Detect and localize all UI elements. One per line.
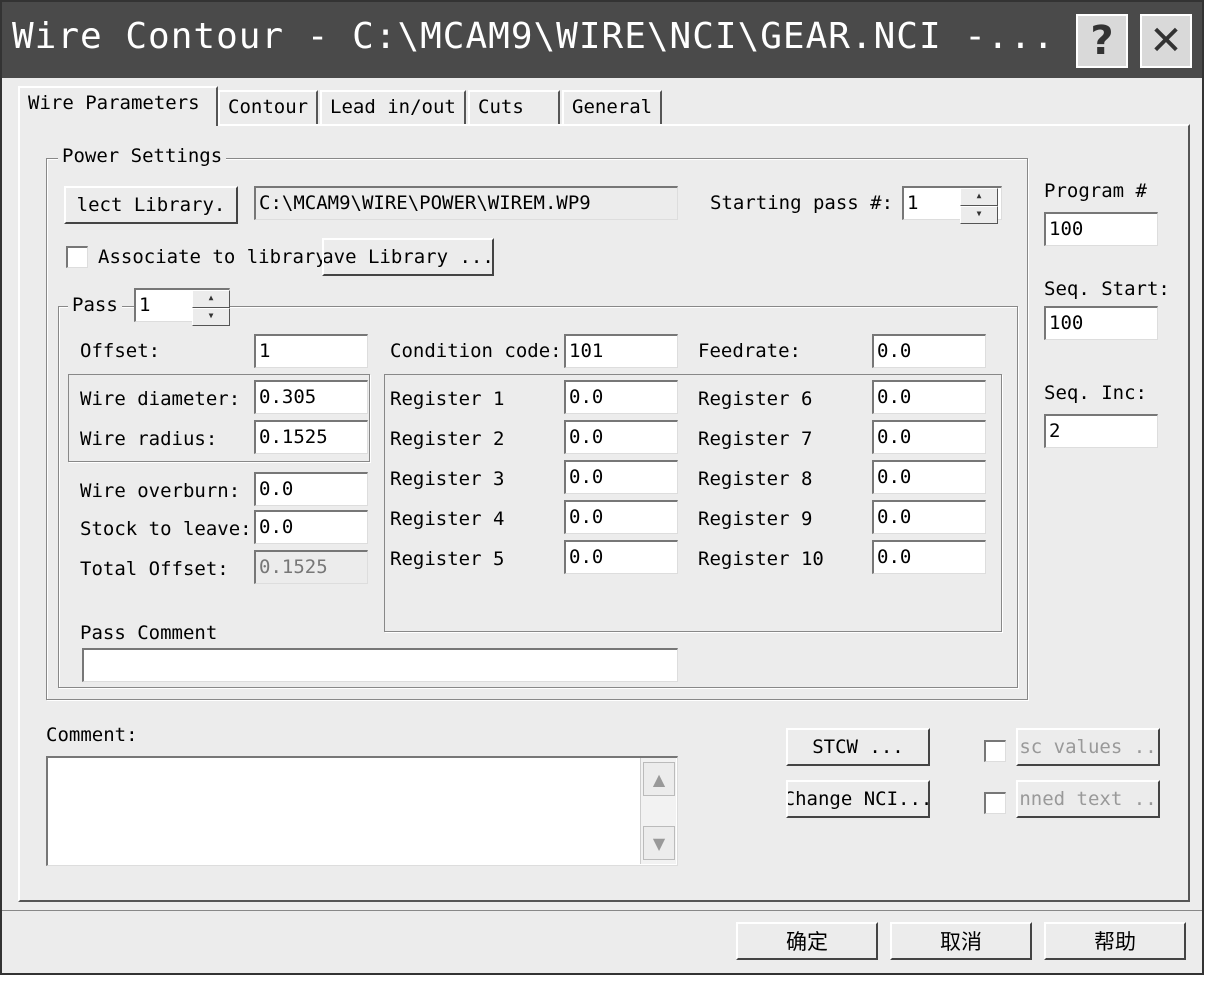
- register-3-input[interactable]: 0.0: [564, 460, 678, 494]
- associate-library-label: Associate to library: [98, 246, 324, 268]
- tab-wire-parameters[interactable]: Wire Parameters: [18, 86, 218, 126]
- register-3-label: Register 3: [390, 468, 505, 490]
- register-2-label: Register 2: [390, 428, 505, 450]
- register-9-input[interactable]: 0.0: [872, 500, 986, 534]
- total-offset-field: 0.1525: [254, 550, 368, 584]
- register-5-label: Register 5: [390, 548, 505, 570]
- starting-pass-label: Starting pass #:: [710, 192, 894, 214]
- tab-contour[interactable]: Contour: [218, 90, 318, 124]
- register-6-input[interactable]: 0.0: [872, 380, 986, 414]
- register-8-input[interactable]: 0.0: [872, 460, 986, 494]
- register-10-label: Register 10: [698, 548, 824, 570]
- register-5-input[interactable]: 0.0: [564, 540, 678, 574]
- associate-library-checkbox[interactable]: [66, 246, 88, 268]
- misc-values-checkbox[interactable]: [984, 740, 1006, 762]
- wire-diameter-input[interactable]: 0.305: [254, 380, 368, 414]
- footer-divider: [2, 910, 1202, 911]
- program-number-input[interactable]: 100: [1044, 212, 1158, 246]
- title-bar: Wire Contour - C:\MCAM9\WIRE\NCI\GEAR.NC…: [2, 2, 1202, 78]
- power-settings-title: Power Settings: [58, 145, 227, 167]
- stcw-button[interactable]: STCW ...: [786, 728, 930, 766]
- spin-down-icon[interactable]: ▼: [192, 308, 230, 326]
- stock-to-leave-label: Stock to leave:: [80, 518, 252, 540]
- starting-pass-stepper[interactable]: ▲ ▼: [960, 188, 998, 224]
- seq-start-label: Seq. Start:: [1044, 278, 1170, 300]
- register-6-label: Register 6: [698, 388, 813, 410]
- offset-input[interactable]: 1: [254, 334, 368, 368]
- feedrate-input[interactable]: 0.0: [872, 334, 986, 368]
- register-10-input[interactable]: 0.0: [872, 540, 986, 574]
- tab-lead-in-out[interactable]: Lead in/out: [320, 90, 466, 124]
- ok-button[interactable]: 确定: [736, 922, 878, 960]
- help-icon[interactable]: ?: [1076, 14, 1128, 68]
- wire-contour-dialog: Wire Contour - C:\MCAM9\WIRE\NCI\GEAR.NC…: [0, 0, 1204, 975]
- spin-up-icon[interactable]: ▲: [192, 290, 230, 308]
- spin-up-icon[interactable]: ▲: [960, 188, 998, 206]
- register-9-label: Register 9: [698, 508, 813, 530]
- program-number-label: Program #: [1044, 180, 1147, 202]
- pass-comment-label: Pass Comment: [80, 622, 218, 644]
- change-nci-button[interactable]: Change NCI...: [786, 780, 930, 818]
- register-7-input[interactable]: 0.0: [872, 420, 986, 454]
- pass-label: Pass: [68, 294, 122, 316]
- condition-code-label: Condition code:: [390, 340, 562, 362]
- spin-down-icon[interactable]: ▼: [960, 206, 998, 224]
- stock-to-leave-input[interactable]: 0.0: [254, 510, 368, 544]
- register-4-input[interactable]: 0.0: [564, 500, 678, 534]
- pass-stepper[interactable]: ▲ ▼: [192, 290, 230, 326]
- cancel-button[interactable]: 取消: [890, 922, 1032, 960]
- seq-start-input[interactable]: 100: [1044, 306, 1158, 340]
- window-title: Wire Contour - C:\MCAM9\WIRE\NCI\GEAR.NC…: [12, 16, 1055, 57]
- feedrate-label: Feedrate:: [698, 340, 801, 362]
- condition-code-input[interactable]: 101: [564, 334, 678, 368]
- comment-textarea[interactable]: [46, 756, 678, 866]
- register-1-input[interactable]: 0.0: [564, 380, 678, 414]
- tab-cuts[interactable]: Cuts: [468, 90, 560, 124]
- close-icon[interactable]: ✕: [1140, 14, 1192, 68]
- save-library-button[interactable]: ave Library ...: [322, 238, 494, 276]
- register-1-label: Register 1: [390, 388, 505, 410]
- offset-label: Offset:: [80, 340, 161, 362]
- register-4-label: Register 4: [390, 508, 505, 530]
- tab-general[interactable]: General: [562, 90, 662, 124]
- canned-text-button[interactable]: anned text ...: [1016, 780, 1160, 818]
- canned-text-checkbox[interactable]: [984, 792, 1006, 814]
- help-button[interactable]: 帮助: [1044, 922, 1186, 960]
- scroll-up-icon[interactable]: ▲: [643, 762, 675, 796]
- wire-radius-input[interactable]: 0.1525: [254, 420, 368, 454]
- wire-overburn-input[interactable]: 0.0: [254, 472, 368, 506]
- pass-comment-input[interactable]: [82, 648, 678, 682]
- comment-label: Comment:: [46, 724, 138, 746]
- total-offset-label: Total Offset:: [80, 558, 229, 580]
- scroll-down-icon[interactable]: ▼: [643, 826, 675, 860]
- misc-values-button[interactable]: isc values ...: [1016, 728, 1160, 766]
- register-2-input[interactable]: 0.0: [564, 420, 678, 454]
- register-7-label: Register 7: [698, 428, 813, 450]
- seq-inc-input[interactable]: 2: [1044, 414, 1158, 448]
- wire-diameter-label: Wire diameter:: [80, 388, 241, 410]
- wire-overburn-label: Wire overburn:: [80, 480, 241, 502]
- select-library-button[interactable]: lect Library.: [64, 186, 238, 224]
- comment-scrollbar[interactable]: ▲ ▼: [640, 758, 676, 864]
- register-8-label: Register 8: [698, 468, 813, 490]
- wire-radius-label: Wire radius:: [80, 428, 218, 450]
- library-path-field: C:\MCAM9\WIRE\POWER\WIREM.WP9: [254, 186, 678, 220]
- seq-inc-label: Seq. Inc:: [1044, 382, 1147, 404]
